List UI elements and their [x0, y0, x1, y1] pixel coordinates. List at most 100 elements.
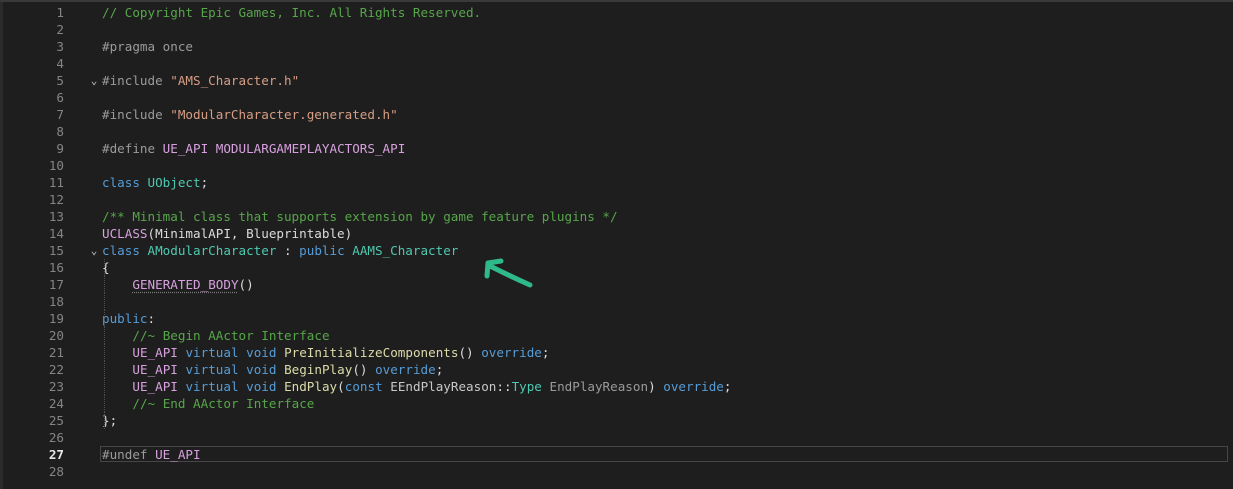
code-token: virtual — [185, 362, 247, 377]
code-line[interactable]: 1 // Copyright Epic Games, Inc. All Right… — [0, 4, 1233, 21]
line-number: 9 — [56, 141, 64, 156]
code-line[interactable]: 14 UCLASS(MinimalAPI, Blueprintable) — [0, 225, 1233, 242]
indent-guide — [104, 310, 105, 327]
indent-guide — [104, 378, 105, 395]
code-token: () — [458, 345, 482, 360]
current-line-highlight — [100, 446, 1228, 462]
code-line[interactable]: 9 #define UE_API MODULARGAMEPLAYACTORS_AP… — [0, 140, 1233, 157]
code-line[interactable]: 4 — [0, 55, 1233, 72]
code-text: //~ End AActor Interface — [132, 395, 314, 412]
code-token: #include — [102, 73, 171, 88]
code-line[interactable]: 2 — [0, 21, 1233, 38]
code-line[interactable]: 18 — [0, 293, 1233, 310]
code-line[interactable]: 25}; — [0, 412, 1233, 429]
code-line[interactable]: 24 //~ End AActor Interface — [0, 395, 1233, 412]
code-token: UE_API — [132, 379, 186, 394]
code-line[interactable]: 12 — [0, 191, 1233, 208]
code-token: EEndPlayReason — [390, 379, 497, 394]
code-token: ; — [541, 345, 550, 360]
line-number: 4 — [56, 56, 64, 71]
code-line[interactable]: 11 class UObject; — [0, 174, 1233, 191]
code-line[interactable]: 27 #undef UE_API — [0, 446, 1233, 463]
fold-chevron-icon[interactable]: ⌄ — [88, 242, 100, 259]
code-line[interactable]: 20 //~ Begin AActor Interface — [0, 327, 1233, 344]
code-token: "AMS_Character.h" — [170, 73, 300, 88]
code-token: (MinimalAPI, Blueprintable) — [147, 226, 353, 241]
code-token: () — [238, 277, 254, 292]
code-text: UE_API virtual void BeginPlay() override… — [132, 361, 443, 378]
code-token: /** Minimal class that supports extensio… — [102, 209, 618, 224]
line-number: 5 — [56, 73, 64, 88]
code-token: ; — [435, 362, 444, 377]
code-token: EndPlayReason — [549, 379, 649, 394]
code-text: class AModularCharacter : public AAMS_Ch… — [102, 242, 458, 259]
code-token: //~ End AActor Interface — [132, 396, 315, 411]
code-text: #undef UE_API — [102, 446, 201, 463]
code-editor[interactable]: 1 // Copyright Epic Games, Inc. All Right… — [0, 0, 1233, 489]
line-number: 2 — [56, 22, 64, 37]
indent-guide — [104, 344, 105, 361]
code-text: #define UE_API MODULARGAMEPLAYACTORS_API — [102, 140, 405, 157]
code-token: UE_API — [155, 447, 201, 462]
code-line[interactable]: 26 — [0, 429, 1233, 446]
code-token: ; — [723, 379, 732, 394]
code-text: #include "AMS_Character.h" — [102, 72, 299, 89]
code-line[interactable]: 8 — [0, 123, 1233, 140]
code-line[interactable]: 28 — [0, 463, 1233, 480]
fold-chevron-icon[interactable]: ⌄ — [88, 72, 100, 89]
code-line[interactable]: 3 #pragma once — [0, 38, 1233, 55]
code-token: #include — [102, 107, 171, 122]
line-number: 25 — [48, 413, 64, 428]
code-line[interactable]: 21 UE_API virtual void PreInitializeCompo… — [0, 344, 1233, 361]
code-token: UCLASS — [102, 226, 148, 241]
code-token: EndPlay — [284, 379, 338, 394]
code-line[interactable]: 13 /** Minimal class that supports extens… — [0, 208, 1233, 225]
code-token: Type — [511, 379, 550, 394]
code-token: GENERATED_BODY — [132, 277, 239, 292]
code-token: const — [344, 379, 391, 394]
line-number: 16 — [48, 260, 64, 275]
line-number: 23 — [48, 379, 64, 394]
code-token: class — [102, 175, 148, 190]
line-number: 22 — [48, 362, 64, 377]
code-token: override — [481, 345, 542, 360]
code-token: ) — [648, 379, 664, 394]
code-token: void — [246, 345, 285, 360]
code-token: //~ Begin AActor Interface — [132, 328, 330, 343]
line-number: 24 — [48, 396, 64, 411]
indent-guide — [104, 395, 105, 412]
code-token: override — [375, 362, 436, 377]
code-text: GENERATED_BODY() — [132, 276, 253, 293]
code-text: //~ Begin AActor Interface — [132, 327, 329, 344]
code-line[interactable]: 10 — [0, 157, 1233, 174]
code-line[interactable]: 5 ⌄ #include "AMS_Character.h" — [0, 72, 1233, 89]
code-token: AAMS_Character — [352, 243, 459, 258]
code-token: ; — [200, 175, 209, 190]
code-line[interactable]: 19 public: — [0, 310, 1233, 327]
code-token: public — [102, 311, 148, 326]
code-token: void — [246, 379, 285, 394]
line-number: 20 — [48, 328, 64, 343]
line-number: 1 — [56, 5, 64, 20]
code-token: class — [102, 243, 148, 258]
code-line[interactable]: 15 ⌄ class AModularCharacter : public AAMS… — [0, 242, 1233, 259]
code-text: UE_API virtual void EndPlay(const EEndPl… — [132, 378, 731, 395]
code-token: void — [246, 362, 285, 377]
code-line[interactable]: 6 — [0, 89, 1233, 106]
code-line[interactable]: 16{ — [0, 259, 1233, 276]
code-text: #include "ModularCharacter.generated.h" — [102, 106, 398, 123]
code-token: virtual — [185, 345, 247, 360]
code-line[interactable]: 22 UE_API virtual void BeginPlay() overri… — [0, 361, 1233, 378]
line-number: 7 — [56, 107, 64, 122]
code-token: // Copyright Epic Games, Inc. All Rights… — [102, 5, 482, 20]
indent-guide — [104, 276, 105, 293]
line-number: 13 — [48, 209, 64, 224]
code-line[interactable]: 7 #include "ModularCharacter.generated.h" — [0, 106, 1233, 123]
code-line[interactable]: 17 GENERATED_BODY() — [0, 276, 1233, 293]
code-token: "ModularCharacter.generated.h" — [170, 107, 398, 122]
line-number: 17 — [48, 277, 64, 292]
code-line[interactable]: 23 UE_API virtual void EndPlay(const EEnd… — [0, 378, 1233, 395]
code-text: #pragma once — [102, 38, 193, 55]
line-number: 14 — [48, 226, 64, 241]
code-token: PreInitializeComponents — [284, 345, 459, 360]
